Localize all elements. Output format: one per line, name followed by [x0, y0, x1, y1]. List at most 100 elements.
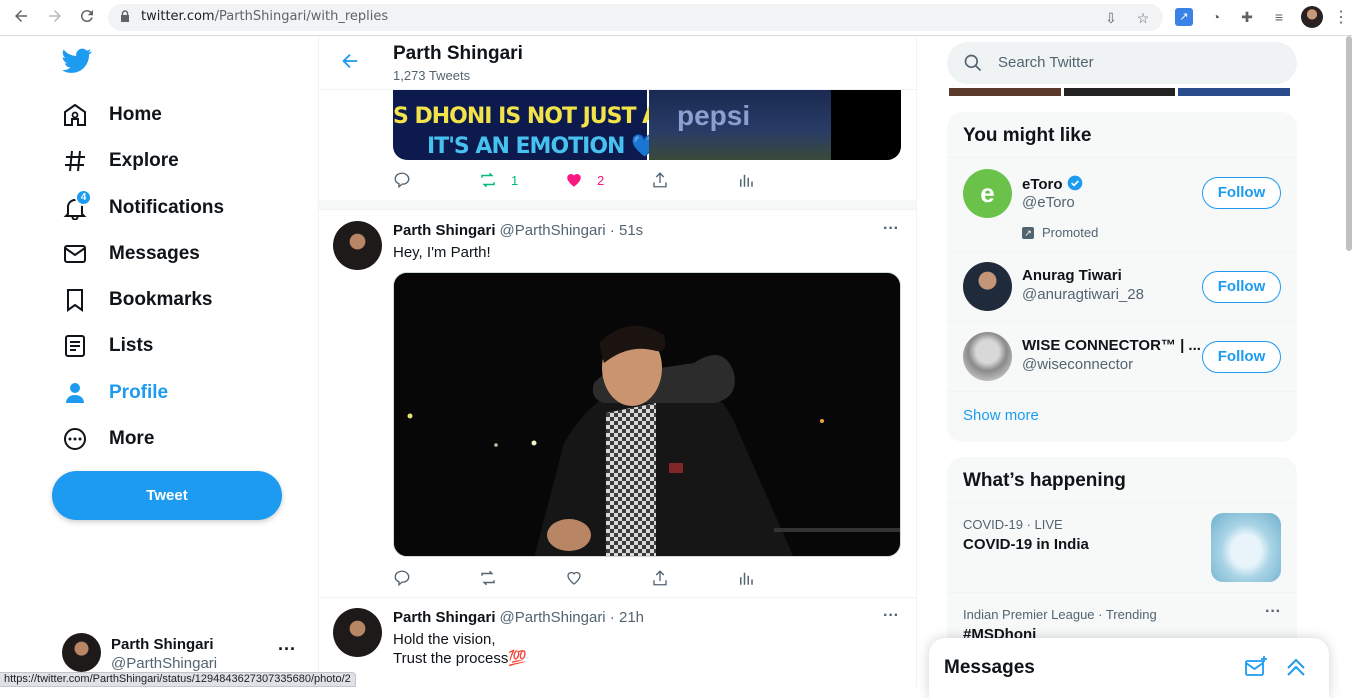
- follow-button[interactable]: Follow: [1202, 341, 1281, 373]
- forward-arrow-icon[interactable]: [44, 7, 66, 29]
- tweet-photo[interactable]: [393, 272, 901, 557]
- puzzle-icon[interactable]: ✚: [1238, 8, 1256, 26]
- hashtag-icon: [62, 148, 88, 174]
- star-icon[interactable]: ☆: [1135, 10, 1151, 26]
- etoro-logo-icon: e: [963, 169, 1012, 218]
- tweet-image[interactable]: S DHONI IS NOT JUST A NA IT'S AN EMOTION…: [393, 90, 699, 160]
- tweet-author-handle[interactable]: @ParthShingari · 51s: [500, 222, 644, 239]
- nav-messages[interactable]: Messages: [62, 239, 200, 269]
- tweet-image[interactable]: [831, 90, 901, 160]
- trend-meta: Indian Premier League · Trending: [963, 607, 1157, 622]
- retweet-button[interactable]: [479, 568, 565, 588]
- reply-button[interactable]: [393, 170, 479, 190]
- verified-badge-icon: [1067, 175, 1083, 191]
- suggestion-item[interactable]: e eToro @eToro ↗ Promoted Follow: [947, 157, 1297, 251]
- image-caption-line2: IT'S AN EMOTION 💙: [427, 134, 659, 159]
- share-icon: [653, 570, 667, 586]
- heart-icon: [567, 571, 581, 585]
- retweet-icon: [481, 172, 495, 188]
- install-icon[interactable]: ⇩: [1103, 10, 1119, 26]
- nav-more-label: More: [109, 428, 155, 449]
- avatar[interactable]: [333, 608, 382, 657]
- tweet-author-name[interactable]: Parth Shingari: [393, 222, 496, 239]
- nav-notifications[interactable]: 4 Notifications: [62, 189, 225, 223]
- nav-explore[interactable]: Explore: [62, 146, 179, 176]
- chevron-up-double-icon[interactable]: [1284, 655, 1308, 679]
- address-bar[interactable]: twitter.com/ParthShingari/with_replies ⇩…: [108, 4, 1163, 31]
- tweet-author-name[interactable]: Parth Shingari: [393, 609, 496, 626]
- tweet-more-icon[interactable]: ···: [883, 220, 899, 238]
- analytics-icon: [740, 572, 753, 585]
- media-list-icon[interactable]: ≡: [1270, 8, 1288, 26]
- follow-button[interactable]: Follow: [1202, 177, 1281, 209]
- media-thumbnail-strip[interactable]: [949, 88, 1291, 96]
- twitter-logo-icon[interactable]: [62, 48, 92, 74]
- analytics-button[interactable]: [737, 568, 823, 588]
- share-button[interactable]: [651, 170, 737, 190]
- suggestion-name: Anurag Tiwari: [1022, 267, 1122, 284]
- nav-home[interactable]: Home: [62, 100, 162, 130]
- show-more-row[interactable]: Show more: [947, 391, 1297, 442]
- back-arrow-icon[interactable]: [10, 7, 32, 29]
- promoted-icon: ↗: [1022, 226, 1034, 239]
- lock-icon: [121, 10, 129, 22]
- messages-drawer-title: Messages: [944, 657, 1035, 678]
- avatar[interactable]: [333, 221, 382, 270]
- list-icon: [62, 333, 88, 359]
- nav-lists[interactable]: Lists: [62, 331, 153, 361]
- nav-profile[interactable]: Profile: [62, 378, 168, 408]
- browser-profile-avatar[interactable]: [1301, 6, 1323, 28]
- new-message-icon[interactable]: [1244, 655, 1268, 679]
- back-arrow-icon[interactable]: [339, 50, 361, 72]
- tweet-author-handle[interactable]: @ParthShingari · 21h: [500, 609, 644, 626]
- analytics-button[interactable]: [737, 170, 823, 190]
- follow-button[interactable]: Follow: [1202, 271, 1281, 303]
- reload-icon[interactable]: [76, 7, 98, 29]
- media-thumbnail[interactable]: [1063, 88, 1176, 96]
- browser-menu-icon[interactable]: ⋮: [1333, 7, 1349, 27]
- trend-item[interactable]: COVID-19 · LIVE COVID-19 in India: [947, 502, 1297, 592]
- tweet-image[interactable]: pepsi: [649, 90, 901, 160]
- suggestion-name: eToro: [1022, 175, 1083, 193]
- url-text: twitter.com/ParthShingari/with_replies: [141, 9, 389, 24]
- messages-drawer[interactable]: Messages: [929, 638, 1329, 698]
- avatar: [963, 332, 1012, 381]
- nav-lists-label: Lists: [109, 335, 154, 356]
- nav-explore-label: Explore: [109, 150, 179, 171]
- retweet-icon: [481, 570, 495, 586]
- scrollbar[interactable]: [1346, 36, 1352, 251]
- profile-name: Parth Shingari: [393, 43, 523, 64]
- account-switcher[interactable]: Parth Shingari @ParthShingari ···: [62, 633, 312, 673]
- panel-title: You might like: [963, 125, 1092, 146]
- avatar: [963, 262, 1012, 311]
- tweet-more-icon[interactable]: ···: [883, 607, 899, 625]
- account-name: Parth Shingari: [111, 636, 214, 653]
- tweet-button[interactable]: Tweet: [52, 471, 282, 520]
- extension-arrow-icon[interactable]: ↗: [1175, 8, 1193, 26]
- like-button[interactable]: [565, 568, 651, 588]
- profile-header: Parth Shingari 1,273 Tweets: [319, 36, 916, 90]
- media-thumbnail[interactable]: [1178, 88, 1291, 96]
- tweet-media-grid[interactable]: S DHONI IS NOT JUST A NA IT'S AN EMOTION…: [393, 90, 901, 160]
- share-button[interactable]: [651, 568, 737, 588]
- trend-thumbnail: [1211, 513, 1281, 582]
- account-more-icon[interactable]: ···: [278, 639, 296, 660]
- search-input[interactable]: Search Twitter: [947, 42, 1297, 84]
- reply-icon: [394, 570, 410, 587]
- show-more-link[interactable]: Show more: [963, 407, 1039, 424]
- suggestion-item[interactable]: Anurag Tiwari @anuragtiwari_28 Follow: [947, 251, 1297, 321]
- browser-toolbar: twitter.com/ParthShingari/with_replies ⇩…: [0, 0, 1352, 36]
- tweet-count: 1,273 Tweets: [393, 68, 471, 83]
- trend-more-icon[interactable]: ···: [1265, 603, 1281, 621]
- gauge-icon[interactable]: ◔: [1207, 8, 1225, 26]
- media-thumbnail[interactable]: [949, 88, 1061, 96]
- nav-more[interactable]: More: [62, 424, 154, 454]
- nav-bookmarks[interactable]: Bookmarks: [62, 285, 213, 315]
- nav-notifications-label: Notifications: [109, 197, 225, 218]
- tweet-header: Parth Shingari @ParthShingari · 21h: [393, 609, 644, 626]
- reply-button[interactable]: [393, 568, 479, 588]
- section-separator: [319, 200, 916, 210]
- like-button[interactable]: 2: [565, 170, 651, 190]
- retweet-button[interactable]: 1: [479, 170, 565, 190]
- suggestion-item[interactable]: WISE CONNECTOR™ | ... @wiseconnector Fol…: [947, 321, 1297, 391]
